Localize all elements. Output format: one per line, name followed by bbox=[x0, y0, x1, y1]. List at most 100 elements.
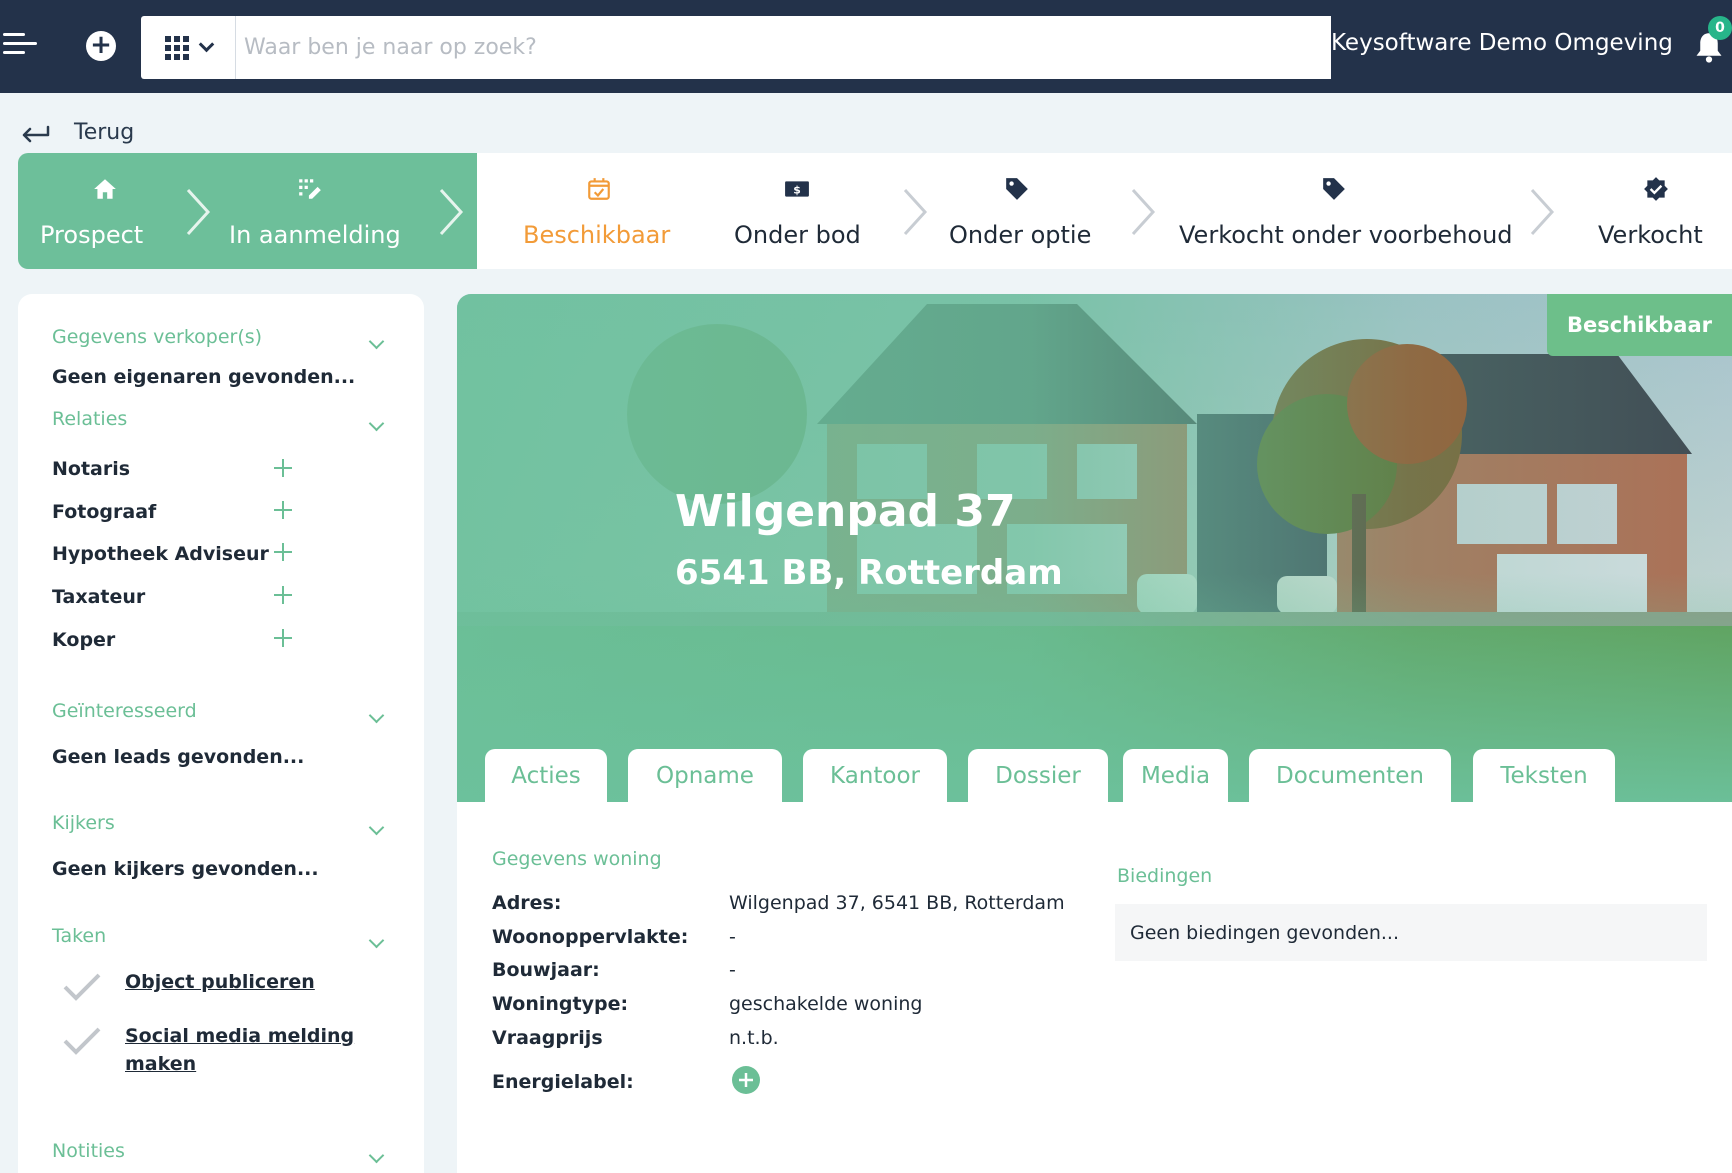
stage-verkocht-onder-voorbehoud[interactable]: Verkocht onder voorbehoud bbox=[1179, 153, 1514, 269]
check-icon[interactable] bbox=[62, 1026, 102, 1056]
chevron-right-icon bbox=[1131, 188, 1156, 236]
stage-label: Beschikbaar bbox=[523, 221, 671, 249]
apps-grid-icon bbox=[164, 35, 189, 60]
relation-hypotheek-adviseur: Hypotheek Adviseur bbox=[52, 543, 269, 565]
field-value-living-area: - bbox=[729, 926, 736, 948]
tab-acties[interactable]: Acties bbox=[485, 749, 607, 802]
calendar-check-icon bbox=[588, 178, 610, 200]
add-relation-icon[interactable] bbox=[273, 628, 293, 648]
section-title-sellers[interactable]: Gegevens verkoper(s) bbox=[52, 326, 262, 348]
left-sidebar: Gegevens verkoper(s) Geen eigenaren gevo… bbox=[18, 294, 424, 1173]
section-title-interested[interactable]: Geïnteresseerd bbox=[52, 700, 197, 722]
back-arrow-icon bbox=[22, 125, 50, 142]
viewers-empty-text: Geen kijkers gevonden... bbox=[52, 858, 319, 880]
chevron-down-icon[interactable] bbox=[368, 707, 385, 724]
section-title-relations[interactable]: Relaties bbox=[52, 408, 127, 430]
tag-icon bbox=[1323, 178, 1345, 200]
tab-documenten[interactable]: Documenten bbox=[1249, 749, 1451, 802]
section-title-viewers[interactable]: Kijkers bbox=[52, 812, 115, 834]
status-badge: Beschikbaar bbox=[1547, 294, 1732, 356]
stage-label: Verkocht onder voorbehoud bbox=[1179, 221, 1513, 249]
chevron-down-icon[interactable] bbox=[368, 819, 385, 836]
property-tabs: Acties Opname Kantoor Dossier Media Docu… bbox=[457, 749, 1732, 802]
add-energy-label-button[interactable] bbox=[732, 1066, 760, 1094]
chevron-down-icon[interactable] bbox=[368, 333, 385, 350]
menu-icon[interactable] bbox=[3, 33, 37, 55]
chevron-down-icon[interactable] bbox=[368, 415, 385, 432]
svg-text:$: $ bbox=[793, 183, 801, 196]
field-label-year-built: Bouwjaar: bbox=[492, 959, 600, 981]
field-value-year-built: - bbox=[729, 959, 736, 981]
stage-onder-bod[interactable]: $ Onder bod bbox=[734, 153, 864, 269]
bids-empty-box: Geen biedingen gevonden... bbox=[1115, 904, 1707, 961]
section-title-property-details: Gegevens woning bbox=[492, 848, 662, 870]
check-icon[interactable] bbox=[62, 972, 102, 1002]
chevron-right-icon bbox=[186, 188, 211, 236]
stage-label: Prospect bbox=[40, 221, 144, 249]
field-label-house-type: Woningtype: bbox=[492, 993, 629, 1015]
stage-prospect[interactable]: Prospect bbox=[40, 153, 150, 269]
tab-kantoor[interactable]: Kantoor bbox=[803, 749, 947, 802]
relation-fotograaf: Fotograaf bbox=[52, 501, 157, 523]
interested-empty-text: Geen leads gevonden... bbox=[52, 746, 305, 768]
property-hero: Wilgenpad 37 6541 BB, Rotterdam Beschikb… bbox=[457, 294, 1732, 802]
environment-name[interactable]: Keysoftware Demo Omgeving bbox=[1331, 30, 1673, 56]
tab-dossier[interactable]: Dossier bbox=[968, 749, 1108, 802]
back-label: Terug bbox=[74, 120, 135, 145]
add-new-button[interactable]: + bbox=[86, 31, 116, 61]
stage-onder-optie[interactable]: Onder optie bbox=[949, 153, 1092, 269]
tab-opname[interactable]: Opname bbox=[628, 749, 782, 802]
property-photo bbox=[457, 294, 1732, 802]
add-relation-icon[interactable] bbox=[273, 585, 293, 605]
section-title-bids: Biedingen bbox=[1117, 865, 1213, 887]
relation-taxateur: Taxateur bbox=[52, 586, 146, 608]
add-relation-icon[interactable] bbox=[273, 458, 293, 478]
chevron-down-icon bbox=[198, 36, 214, 53]
task-link[interactable]: Object publiceren bbox=[125, 968, 365, 996]
field-label-energy-label: Energielabel: bbox=[492, 1071, 634, 1093]
search-input[interactable] bbox=[236, 16, 1331, 79]
chevron-right-icon bbox=[1530, 188, 1555, 236]
stage-label: Onder bod bbox=[734, 221, 861, 249]
stage-label: In aanmelding bbox=[229, 221, 401, 249]
field-value-house-type: geschakelde woning bbox=[729, 993, 923, 1015]
tab-teksten[interactable]: Teksten bbox=[1473, 749, 1615, 802]
search-bar bbox=[141, 16, 1331, 79]
stage-label: Verkocht bbox=[1598, 221, 1703, 249]
add-relation-icon[interactable] bbox=[273, 500, 293, 520]
chevron-down-icon[interactable] bbox=[368, 932, 385, 949]
chevron-down-icon[interactable] bbox=[368, 1147, 385, 1164]
property-postal-city: 6541 BB, Rotterdam bbox=[675, 553, 1063, 593]
stage-beschikbaar[interactable]: Beschikbaar bbox=[523, 153, 673, 269]
home-icon bbox=[94, 179, 116, 199]
field-label-asking-price: Vraagprijs bbox=[492, 1027, 603, 1049]
tab-media[interactable]: Media bbox=[1123, 749, 1228, 802]
section-title-tasks[interactable]: Taken bbox=[52, 925, 106, 947]
stage-in-aanmelding[interactable]: In aanmelding bbox=[229, 153, 419, 269]
stage-label: Onder optie bbox=[949, 221, 1092, 249]
field-label-living-area: Woonoppervlakte: bbox=[492, 926, 689, 948]
top-bar: + Keysoftware Demo Omgeving 0 bbox=[0, 0, 1732, 93]
back-link[interactable]: Terug bbox=[20, 120, 134, 145]
property-street: Wilgenpad 37 bbox=[675, 486, 1016, 537]
sellers-empty-text: Geen eigenaren gevonden... bbox=[52, 366, 356, 388]
chevron-right-icon bbox=[903, 188, 928, 236]
relation-notaris: Notaris bbox=[52, 458, 131, 480]
main-panel: Wilgenpad 37 6541 BB, Rotterdam Beschikb… bbox=[457, 294, 1732, 1173]
module-switch-button[interactable] bbox=[141, 16, 236, 79]
section-title-notes[interactable]: Notities bbox=[52, 1140, 125, 1162]
field-label-address: Adres: bbox=[492, 892, 562, 914]
field-value-asking-price: n.t.b. bbox=[729, 1027, 779, 1049]
tag-icon bbox=[1006, 178, 1028, 200]
chevron-right-icon bbox=[439, 188, 464, 236]
relation-koper: Koper bbox=[52, 629, 116, 651]
status-pipeline: Prospect In aanmelding Beschikbaar $ Ond… bbox=[18, 153, 1732, 269]
badge-check-icon bbox=[1644, 177, 1668, 201]
edit-list-icon bbox=[299, 179, 321, 199]
plus-icon bbox=[739, 1073, 753, 1087]
stage-verkocht[interactable]: Verkocht bbox=[1598, 153, 1718, 269]
task-link[interactable]: Social media melding maken bbox=[125, 1022, 365, 1078]
bids-empty-text: Geen biedingen gevonden... bbox=[1130, 921, 1399, 944]
field-value-address: Wilgenpad 37, 6541 BB, Rotterdam bbox=[729, 892, 1065, 914]
add-relation-icon[interactable] bbox=[273, 542, 293, 562]
